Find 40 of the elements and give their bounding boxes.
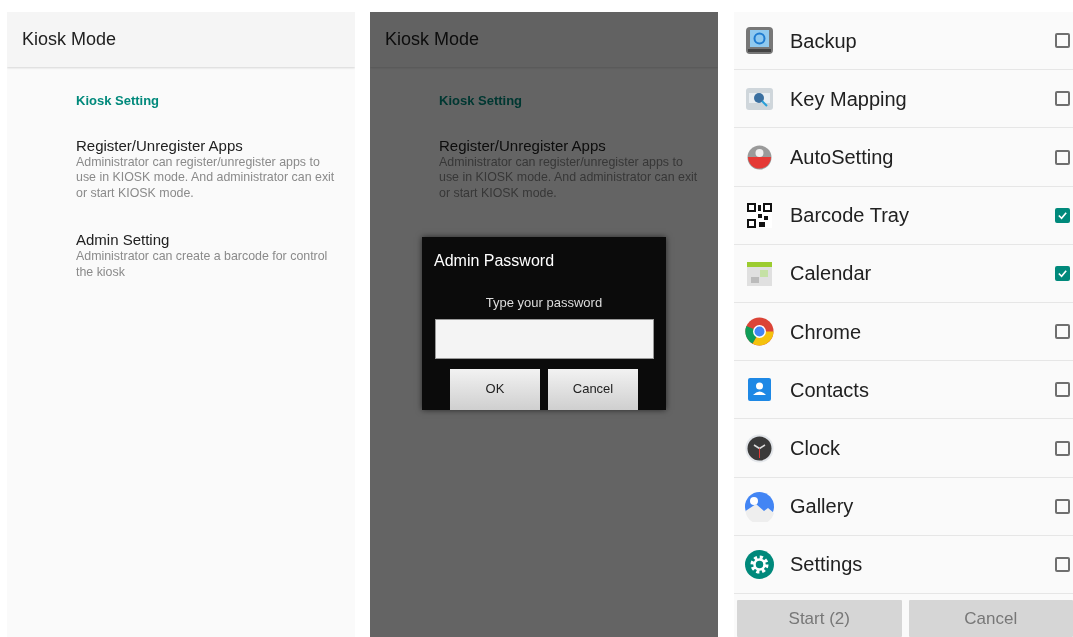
checkbox[interactable] — [1055, 149, 1070, 165]
checkbox[interactable] — [1055, 207, 1070, 223]
checkbox[interactable] — [1055, 440, 1070, 456]
app-name[interactable]: Clock — [790, 433, 1055, 463]
clock-icon — [744, 432, 775, 464]
setting-title[interactable]: Admin Setting — [76, 231, 337, 249]
checkbox[interactable] — [1055, 91, 1070, 107]
app-name[interactable]: AutoSetting — [790, 142, 1055, 172]
setting-description: Administrator can register/unregister apps to use in KIOSK mode. And administrator can exit or start KIOSK mode. — [76, 154, 336, 201]
checkbox[interactable] — [1055, 33, 1070, 49]
app-name[interactable]: Contacts — [790, 374, 1055, 405]
mountain-photo-icon — [744, 490, 775, 522]
section-header: Kiosk Setting — [76, 92, 161, 110]
checkmark-icon — [1057, 267, 1068, 279]
app-bar-title: Kiosk Mode — [7, 12, 355, 67]
checkbox[interactable] — [1055, 265, 1070, 281]
ok-button[interactable]: OK — [450, 368, 540, 410]
setting-description: Administrator can create a barcode for control the kiosk — [76, 249, 329, 280]
checkbox[interactable] — [1055, 498, 1070, 514]
chrome-icon — [744, 316, 775, 348]
app-name[interactable]: Barcode Tray — [790, 200, 1055, 231]
dialog-title: Admin Password — [434, 251, 556, 271]
section-header: Kiosk Setting — [439, 92, 524, 110]
app-name[interactable]: Gallery — [790, 491, 1055, 522]
checkbox[interactable] — [1055, 556, 1070, 572]
app-name[interactable]: Chrome — [790, 316, 1055, 347]
app-bar-title: Kiosk Mode — [370, 12, 718, 67]
app-name[interactable]: Calendar — [790, 258, 1055, 289]
cancel-button[interactable]: Cancel — [548, 368, 638, 410]
settings-icon — [744, 548, 775, 580]
backup-icon — [744, 25, 775, 57]
app-name[interactable]: Key Mapping — [790, 83, 1055, 114]
checkbox[interactable] — [1055, 324, 1070, 340]
dialog-message: Type your password — [484, 294, 604, 312]
password-field[interactable] — [434, 318, 654, 359]
setting-title[interactable]: Register/Unregister Apps — [76, 136, 337, 155]
app-name[interactable]: Settings — [790, 549, 1055, 580]
app-name[interactable]: Backup — [790, 25, 1055, 56]
checkbox[interactable] — [1055, 382, 1070, 398]
checkmark-icon — [1057, 209, 1068, 221]
